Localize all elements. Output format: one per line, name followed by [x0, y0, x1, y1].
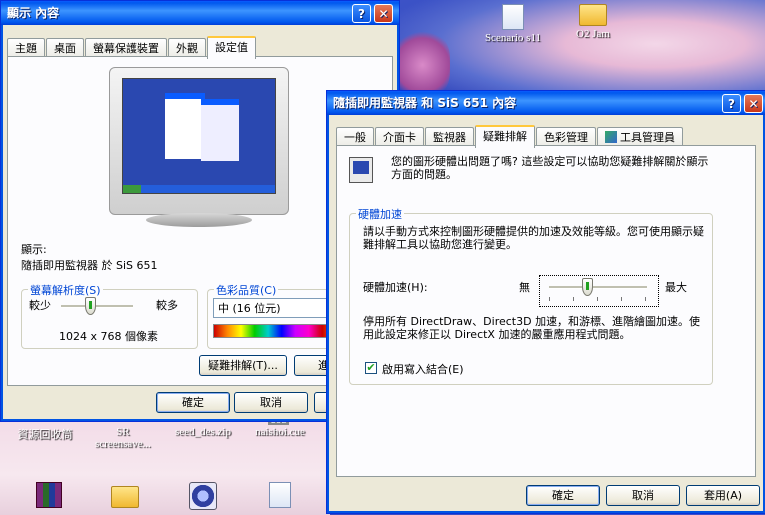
help-icon[interactable]: ? — [352, 4, 371, 23]
desktop-icon-label: SR screensave... — [95, 426, 151, 450]
app-icon — [189, 482, 217, 510]
tab-adapter[interactable]: 介面卡 — [375, 127, 424, 147]
monitor-screen — [122, 78, 276, 194]
apply-button[interactable]: 套用(A) — [686, 485, 760, 506]
desktop-icon-label: naishoi.cue — [255, 426, 305, 438]
desktop-icon-archive[interactable] — [14, 482, 84, 510]
acceleration-slider-track — [549, 286, 647, 289]
tools-icon — [605, 131, 617, 143]
desktop-icon-folder[interactable] — [90, 482, 160, 510]
tab-monitor[interactable]: 監視器 — [425, 127, 474, 147]
desktop-icon-label: 資源回收筒 — [17, 429, 73, 441]
cancel-button[interactable]: 取消 — [606, 485, 680, 506]
titlebar: 隨插即用監視器 和 SiS 651 內容 ? ✕ — [327, 91, 765, 115]
desktop-icon-app[interactable] — [168, 482, 238, 512]
close-icon[interactable]: ✕ — [744, 94, 763, 113]
acceleration-slider-frame — [539, 275, 659, 307]
tab-appearance[interactable]: 外觀 — [168, 38, 206, 58]
slider-tick — [549, 297, 550, 301]
resolution-slider[interactable] — [85, 297, 96, 315]
document-icon — [502, 4, 524, 30]
tab-color-management[interactable]: 色彩管理 — [536, 127, 596, 147]
resolution-more-label: 較多 — [156, 299, 178, 312]
desktop-icon-label: O2 Jam — [576, 28, 610, 40]
desktop-icon-recycle-bin[interactable]: 資源回收筒 — [10, 426, 80, 442]
desktop-icon-document[interactable] — [245, 482, 315, 510]
preview-window — [201, 99, 239, 161]
slider-tick — [573, 297, 574, 301]
close-icon[interactable]: ✕ — [374, 4, 393, 23]
desktop-icon-label: seed_des.zip — [175, 426, 231, 438]
tab-settings[interactable]: 設定值 — [207, 36, 256, 59]
resolution-less-label: 較少 — [29, 299, 51, 312]
tab-themes[interactable]: 主題 — [7, 38, 45, 58]
tab-label: 工具管理員 — [620, 131, 675, 144]
tab-troubleshoot[interactable]: 疑難排解 — [475, 125, 535, 148]
acceleration-description: 請以手動方式來控制圖形硬體提供的加速及效能等級。您可使用顯示疑難排解工具以協助您… — [363, 225, 704, 251]
preview-taskbar — [123, 185, 275, 193]
tab-screensaver[interactable]: 螢幕保護裝置 — [85, 38, 167, 58]
resolution-slider-track — [61, 305, 133, 308]
write-combining-checkbox[interactable]: ✔ — [365, 362, 377, 374]
acceleration-min-label: 無 — [519, 281, 530, 294]
ok-button[interactable]: 確定 — [526, 485, 600, 506]
adapter-properties-window: 隨插即用監視器 和 SiS 651 內容 ? ✕ 一般 介面卡 監視器 疑難排解… — [326, 90, 765, 514]
titlebar: 顯示 內容 ? ✕ — [1, 1, 399, 25]
folder-icon — [111, 486, 139, 508]
window-title: 隨插即用監視器 和 SiS 651 內容 — [333, 96, 517, 110]
resolution-group-title: 螢幕解析度(S) — [28, 282, 103, 298]
preview-window — [165, 93, 205, 159]
hardware-acceleration-title: 硬體加速 — [356, 206, 404, 222]
monitor-icon-screen — [353, 161, 369, 174]
desktop-icon-screensaver[interactable]: SR screensave... — [88, 426, 158, 450]
desktop-icon-seed-zip[interactable]: seed_des.zip — [168, 426, 238, 438]
tab-tools-manager[interactable]: 工具管理員 — [597, 127, 683, 147]
acceleration-label: 硬體加速(H): — [363, 281, 428, 294]
display-value: 隨插即用監視器 於 SiS 651 — [21, 259, 158, 272]
slider-tick — [645, 297, 646, 301]
color-quality-group-title: 色彩品質(C) — [214, 282, 279, 298]
slider-tick — [597, 297, 598, 301]
cancel-button[interactable]: 取消 — [234, 392, 308, 413]
acceleration-note: 停用所有 DirectDraw、Direct3D 加速，和游標、進階繪圖加速。使… — [363, 315, 701, 341]
folder-icon — [579, 4, 607, 26]
help-icon[interactable]: ? — [722, 94, 741, 113]
desktop-icon-naishoi-cue[interactable]: naishoi.cue — [245, 426, 315, 438]
write-combining-label: 啟用寫入結合(E) — [382, 363, 464, 376]
display-label: 顯示: — [21, 243, 47, 256]
troubleshoot-button[interactable]: 疑難排解(T)... — [199, 355, 287, 376]
resolution-value: 1024 x 768 個像素 — [59, 330, 158, 343]
intro-text: 您的圖形硬體出問題了嗎? 這些設定可以協助您疑難排解關於顯示方面的問題。 — [391, 155, 709, 181]
archive-icon — [36, 482, 62, 508]
tab-desktop[interactable]: 桌面 — [46, 38, 84, 58]
desktop-icon-scenario[interactable]: Scenario s11 — [478, 4, 548, 44]
preview-start-button — [123, 185, 141, 193]
monitor-preview — [109, 67, 289, 215]
desktop-icon-label: Scenario s11 — [484, 32, 542, 44]
document-icon — [269, 482, 291, 508]
ok-button[interactable]: 確定 — [156, 392, 230, 413]
desktop-icon-o2jam[interactable]: O2 Jam — [558, 0, 628, 40]
tab-general[interactable]: 一般 — [336, 127, 374, 147]
monitor-stand — [146, 213, 252, 227]
window-title: 顯示 內容 — [7, 6, 60, 20]
monitor-icon — [349, 157, 373, 183]
acceleration-max-label: 最大 — [665, 281, 687, 294]
slider-tick — [621, 297, 622, 301]
